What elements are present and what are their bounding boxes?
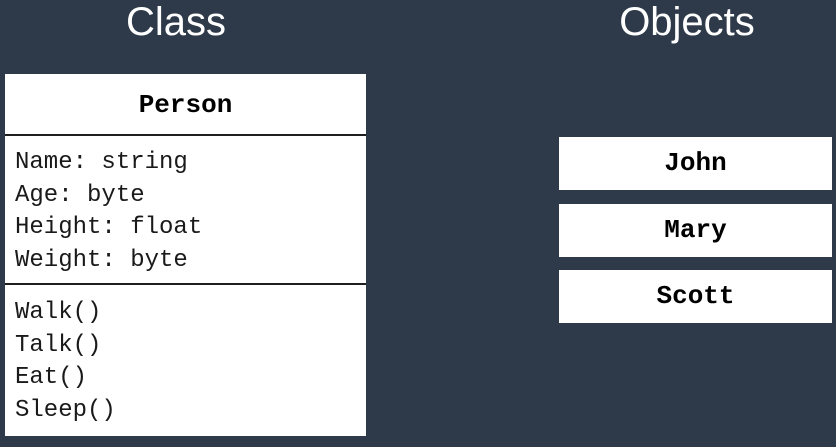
method-sleep: Sleep()	[15, 396, 116, 424]
class-heading: Class	[125, 0, 227, 44]
person-class-box: Person Name: string Age: byte Height: fl…	[5, 74, 366, 436]
attribute-height: Height: float	[15, 214, 203, 241]
object-john: John	[559, 137, 832, 190]
class-methods: Walk() Talk() Eat() Sleep()	[5, 285, 366, 427]
method-talk: Talk()	[15, 331, 102, 359]
attribute-name: Name: string	[15, 149, 188, 176]
objects-heading: Objects	[619, 0, 755, 44]
method-eat: Eat()	[15, 364, 88, 391]
attribute-weight: Weight: byte	[15, 246, 188, 274]
object-scott: Scott	[559, 270, 832, 323]
object-mary: Mary	[559, 204, 832, 257]
attribute-age: Age: byte	[15, 181, 145, 209]
class-attributes: Name: string Age: byte Height: float Wei…	[5, 136, 366, 285]
class-name: Person	[5, 74, 366, 136]
method-walk: Walk()	[15, 299, 102, 326]
